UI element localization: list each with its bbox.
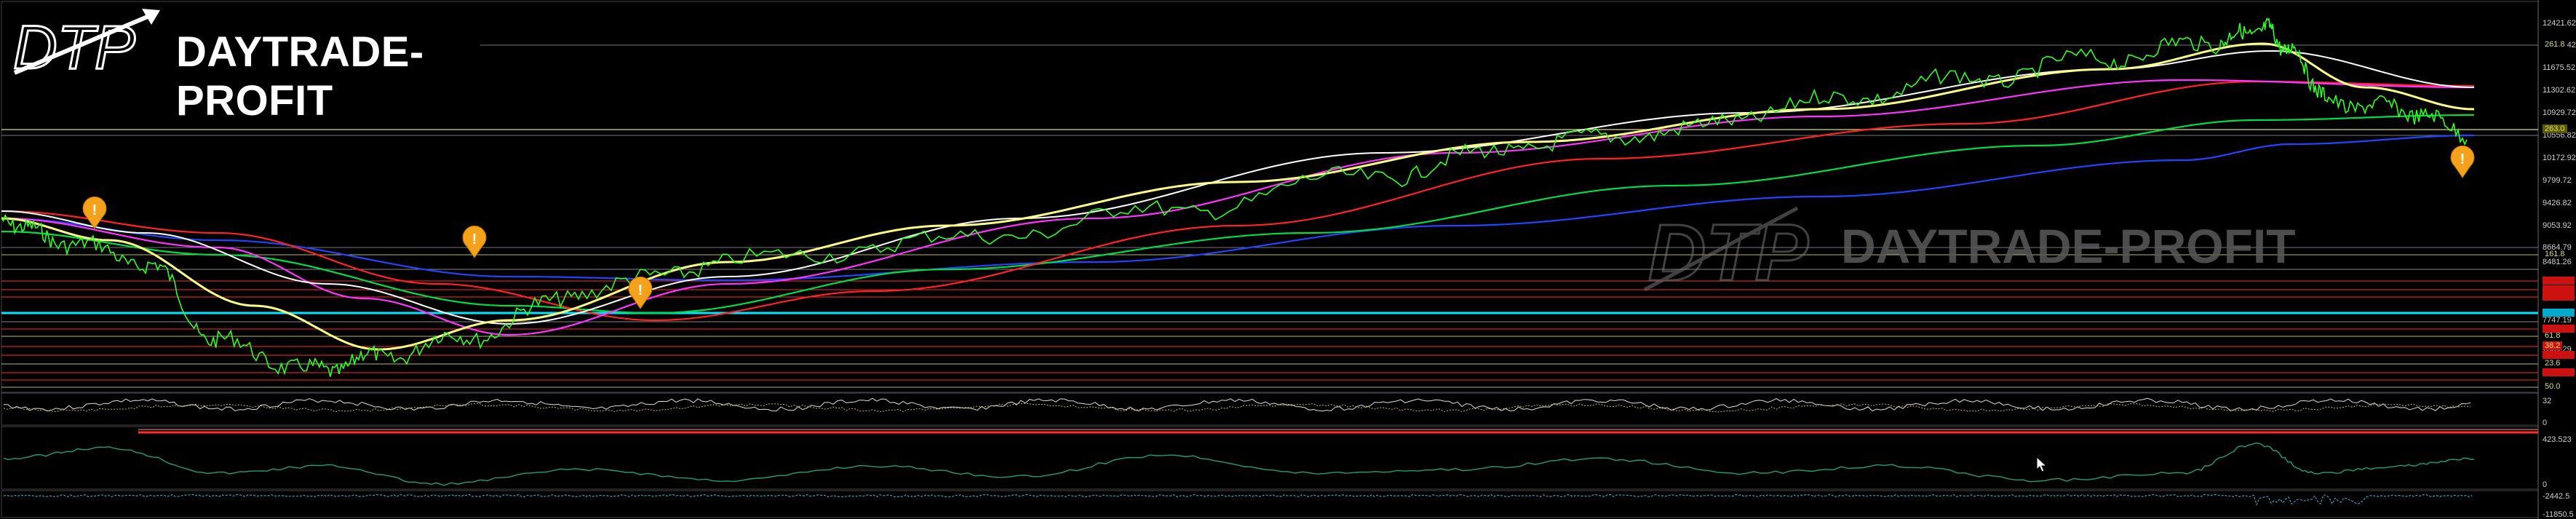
price-axis-label: 8481.26 [2543,258,2572,266]
alert-marker[interactable]: ! [2449,144,2476,179]
ma-green [1,114,2474,314]
alert-pin-icon: ! [2450,145,2475,178]
price-axis-label: 11302.62 [2543,86,2576,95]
alert-marker[interactable]: ! [81,195,108,230]
fib-level-tag: 50.0 [2543,382,2563,391]
alert-pin-icon: ! [628,276,653,309]
alert-marker[interactable]: ! [627,275,654,310]
alert-symbol: ! [472,231,477,247]
watermark-text: DAYTRADE-PROFIT [1841,219,2296,273]
alert-symbol: ! [638,282,643,298]
oscillator-1-signal [3,403,2471,413]
oscillator-axis-label: 0 [2543,419,2548,427]
alert-pin-icon: ! [82,196,107,229]
watermark-logo-mark: DTP [1643,206,1810,299]
alert-symbol: ! [2460,151,2465,167]
oscillator-panel-2[interactable] [1,426,2539,490]
oscillator-panel-1[interactable] [1,392,2539,426]
fib-level-tag: 38.2 [2543,341,2563,350]
alert-pin-icon: ! [462,225,487,258]
svg-text:DTP: DTP [1648,208,1809,298]
price-axis-label: 11675.52 [2543,63,2576,72]
oscillator-1-line [3,397,2471,412]
alert-symbol: ! [92,202,98,218]
brand-logo: DTP DAYTRADE-PROFIT [7,6,495,124]
price-level-marker [2543,309,2575,317]
price-level-marker [2543,325,2575,333]
price-axis-label: 9053.92 [2543,221,2572,230]
price-level-marker [2543,368,2575,376]
price-axis-label: 9426.82 [2543,199,2572,207]
price-axis-label: 10929.72 [2543,108,2576,117]
fib-level-tag: 161.8 [2543,250,2567,258]
oscillator-axis-label: -2442.5 [2543,492,2570,501]
price-level-marker [2543,351,2575,359]
oscillator-2-line [3,442,2474,486]
price-axis-label: 10172.92 [2543,154,2576,162]
fib-level-tag: 263.0 [2543,124,2567,133]
price-level-marker [2543,277,2575,285]
brand-name: DAYTRADE-PROFIT [176,28,424,124]
price-level-marker [2543,293,2575,301]
oscillator-axis-label: 0 [2543,480,2548,489]
mouse-cursor-icon [2036,456,2048,472]
oscillator-axis-label: -11850.5 [2543,510,2574,519]
price-axis-label: 9799.72 [2543,176,2572,185]
dtp-logo-icon: DTP [12,9,160,83]
price-axis-label: 7747.19 [2543,316,2572,325]
price-axis-label: 12421.62 [2543,19,2576,28]
oscillator-3-line [3,494,2473,506]
fib-level-tag: 23.6 [2543,359,2563,368]
alert-marker[interactable]: ! [461,224,488,259]
fib-level-tag: 261.8 [2543,40,2567,49]
oscillator-axis-label: 423.523 [2543,435,2572,444]
oscillator-axis-label: 32 [2543,397,2552,405]
